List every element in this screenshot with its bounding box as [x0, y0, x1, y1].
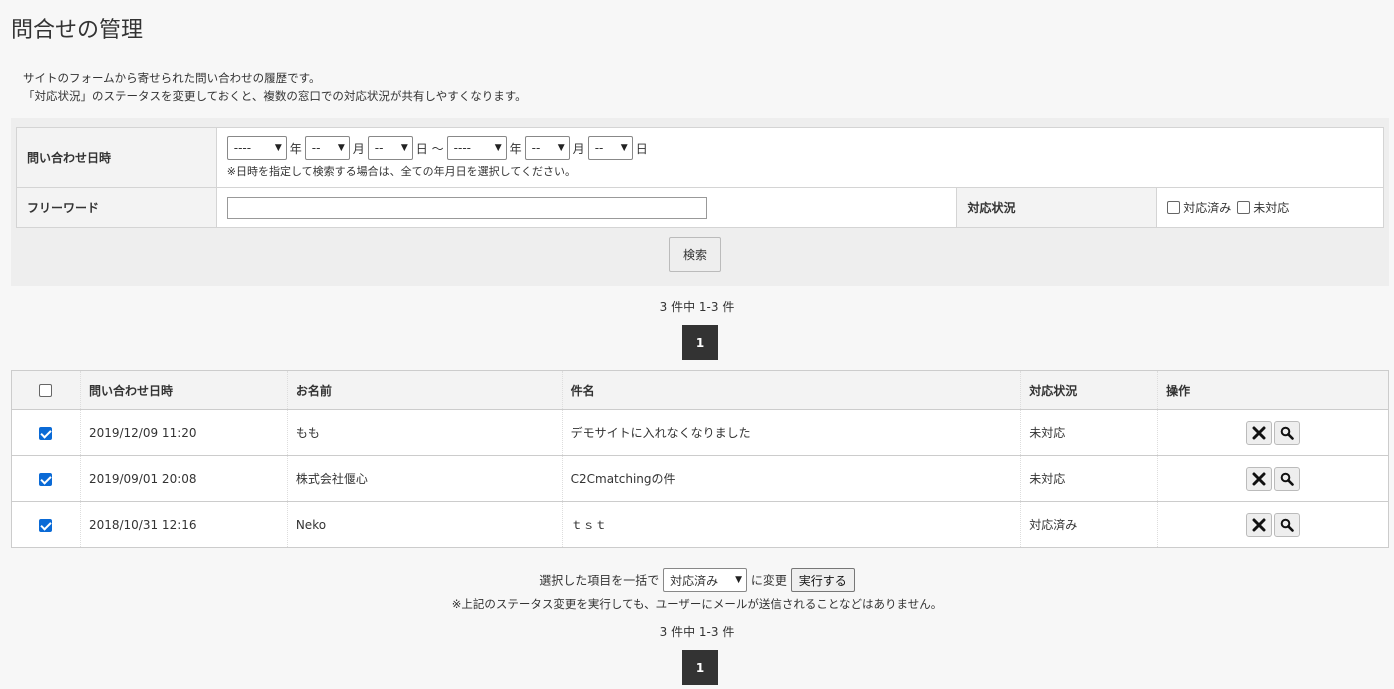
close-icon — [1252, 426, 1266, 439]
inquiry-table: 問い合わせ日時 お名前 件名 対応状況 操作 2019/12/09 11:20 … — [11, 370, 1389, 548]
date-filter-label: 問い合わせ日時 — [16, 127, 217, 188]
keyword-label: フリーワード — [16, 187, 217, 228]
row-datetime: 2018/10/31 12:16 — [79, 501, 288, 548]
detail-button[interactable] — [1274, 466, 1301, 491]
bulk-action-bar: 選択した項目を一括で 対応済み ▼ に変更 実行する — [0, 568, 1394, 592]
search-button[interactable]: 検索 — [669, 237, 721, 272]
table-row: 2019/09/01 20:08 株式会社偃心 C2Cmatchingの件 未対… — [11, 455, 1389, 502]
row-name: Neko — [286, 501, 563, 548]
column-header-status: 対応状況 — [1020, 370, 1158, 410]
row-status: 対応済み — [1020, 501, 1158, 548]
row-checkbox[interactable] — [39, 518, 53, 532]
status-filter-label: 対応状況 — [956, 187, 1158, 228]
status-todo-checkbox[interactable] — [1237, 201, 1251, 214]
search-icon — [1280, 426, 1294, 440]
row-name: もも — [286, 409, 563, 456]
page-description: サイトのフォームから寄せられた問い合わせの履歴です。 「対応状況」のステータスを… — [23, 69, 527, 105]
row-subject: デモサイトに入れなくなりました — [561, 409, 1021, 456]
month-unit: 月 — [572, 141, 585, 156]
column-header-subject: 件名 — [561, 370, 1021, 410]
detail-button[interactable] — [1274, 420, 1301, 445]
status-filter-cell: 対応済み 未対応 — [1156, 187, 1384, 228]
bulk-note: ※上記のステータス変更を実行しても、ユーザーにメールが送信されることなどはありま… — [451, 597, 943, 611]
chevron-down-icon: ▼ — [337, 143, 345, 153]
bulk-suffix: に変更 — [750, 573, 787, 588]
year-unit: 年 — [289, 141, 302, 156]
row-status: 未対応 — [1020, 409, 1158, 456]
result-count-bottom: 3 件中 1-3 件 — [659, 625, 735, 639]
day-from-select[interactable]: -- ▼ — [367, 136, 413, 160]
column-header-name: お名前 — [286, 370, 563, 410]
table-header-row: 問い合わせ日時 お名前 件名 対応状況 操作 — [11, 370, 1389, 410]
chevron-down-icon: ▼ — [274, 143, 282, 153]
date-filter-cell: ---- ▼ 年 -- ▼ 月 -- ▼ 日 ～ ---- ▼ 年 -- ▼ 月 -- ▼ 日 ※日時を指定して検… — [215, 127, 1385, 188]
page-title: 問合せの管理 — [11, 18, 144, 43]
select-all-checkbox[interactable] — [39, 384, 53, 397]
bulk-status-select[interactable]: 対応済み ▼ — [663, 568, 748, 592]
row-datetime: 2019/09/01 20:08 — [79, 455, 288, 502]
row-checkbox[interactable] — [39, 426, 53, 440]
close-icon — [1252, 472, 1266, 485]
pagination-page-1-top[interactable]: 1 — [682, 325, 718, 360]
row-name: 株式会社偃心 — [286, 455, 563, 502]
row-actions — [1157, 409, 1389, 456]
search-icon — [1280, 472, 1294, 486]
delete-button[interactable] — [1246, 466, 1273, 491]
description-line-1: サイトのフォームから寄せられた問い合わせの履歴です。 — [23, 71, 321, 85]
close-icon — [1252, 518, 1266, 531]
chevron-down-icon: ▼ — [620, 143, 628, 153]
chevron-down-icon: ▼ — [557, 143, 565, 153]
year-unit: 年 — [509, 141, 522, 156]
search-panel: 問い合わせ日時 ---- ▼ 年 -- ▼ 月 -- ▼ 日 ～ ---- ▼ 年 -- ▼ 月 -- ▼ 日 ※… — [11, 118, 1389, 286]
column-header-ops: 操作 — [1157, 370, 1389, 410]
day-unit: 日 — [635, 141, 648, 156]
delete-button[interactable] — [1246, 420, 1273, 445]
day-unit: 日 ～ — [415, 141, 444, 156]
chevron-down-icon: ▼ — [494, 143, 502, 153]
table-row: 2019/12/09 11:20 もも デモサイトに入れなくなりました 未対応 — [11, 409, 1389, 456]
month-unit: 月 — [352, 141, 365, 156]
search-icon — [1280, 518, 1294, 532]
row-datetime: 2019/12/09 11:20 — [79, 409, 288, 456]
search-form-table: 問い合わせ日時 ---- ▼ 年 -- ▼ 月 -- ▼ 日 ～ ---- ▼ 年 -- ▼ 月 -- ▼ 日 ※… — [16, 127, 1385, 228]
status-todo-label: 未対応 — [1253, 201, 1290, 215]
month-from-select[interactable]: -- ▼ — [304, 136, 350, 160]
column-header-datetime: 問い合わせ日時 — [79, 370, 288, 410]
row-subject: ｔｓｔ — [561, 501, 1021, 548]
keyword-cell — [215, 187, 958, 228]
table-row: 2018/10/31 12:16 Neko ｔｓｔ 対応済み — [11, 501, 1389, 548]
status-done-checkbox[interactable] — [1167, 201, 1181, 214]
keyword-input[interactable] — [226, 196, 707, 219]
row-status: 未対応 — [1020, 455, 1158, 502]
chevron-down-icon: ▼ — [400, 143, 408, 153]
delete-button[interactable] — [1246, 512, 1273, 537]
result-count-top: 3 件中 1-3 件 — [659, 300, 735, 314]
pagination-page-1-bottom[interactable]: 1 — [682, 650, 718, 685]
row-subject: C2Cmatchingの件 — [561, 455, 1021, 502]
year-to-select[interactable]: ---- ▼ — [446, 136, 507, 160]
detail-button[interactable] — [1274, 512, 1301, 537]
status-done-label: 対応済み — [1183, 201, 1232, 215]
bulk-execute-button[interactable]: 実行する — [790, 568, 855, 592]
date-filter-note: ※日時を指定して検索する場合は、全ての年月日を選択してください。 — [226, 165, 576, 178]
row-checkbox[interactable] — [39, 472, 53, 486]
row-actions — [1157, 501, 1389, 548]
bulk-prefix: 選択した項目を一括で — [539, 573, 660, 588]
day-to-select[interactable]: -- ▼ — [587, 136, 633, 160]
description-line-2: 「対応状況」のステータスを変更しておくと、複数の窓口での対応状況が共有しやすくな… — [23, 89, 527, 103]
month-to-select[interactable]: -- ▼ — [524, 136, 570, 160]
chevron-down-icon: ▼ — [735, 575, 743, 585]
row-actions — [1157, 455, 1389, 502]
year-from-select[interactable]: ---- ▼ — [226, 136, 287, 160]
